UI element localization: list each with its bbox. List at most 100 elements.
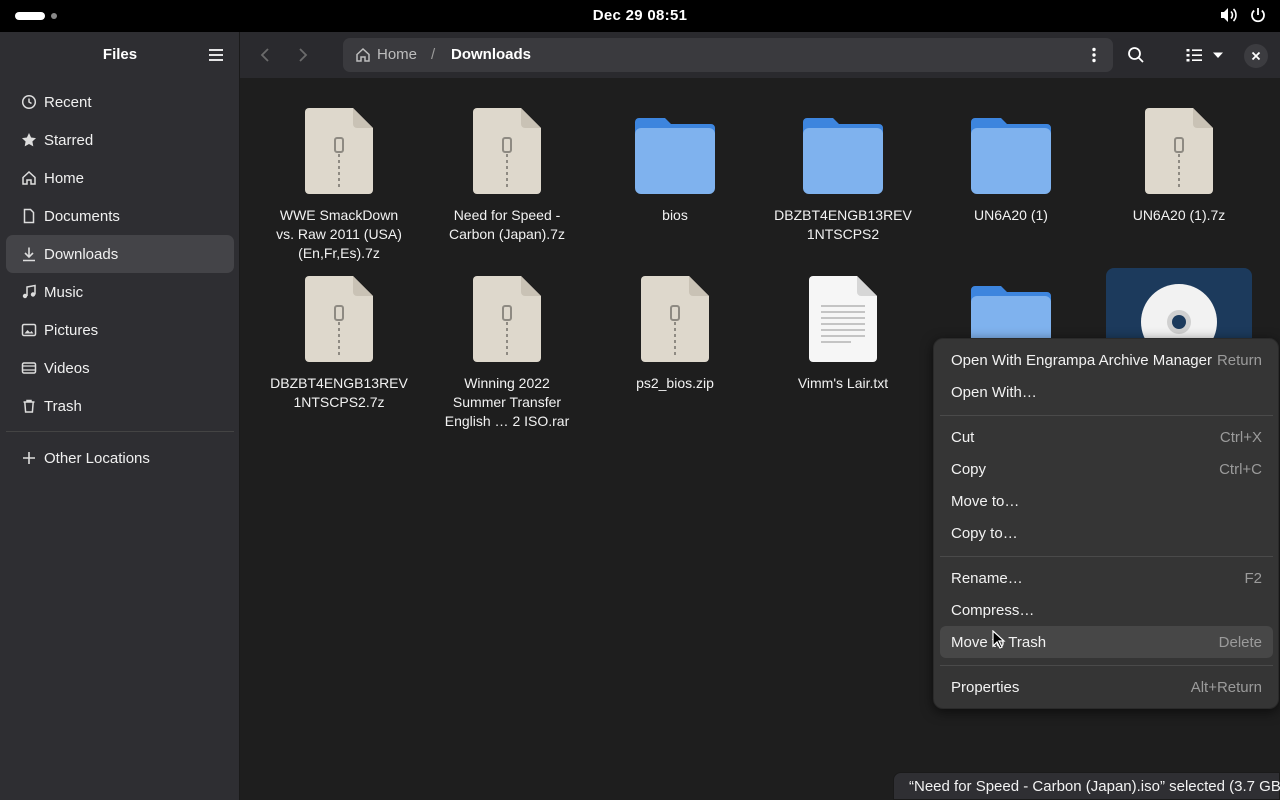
menu-separator bbox=[940, 415, 1273, 416]
menu-item-label: Open With… bbox=[951, 383, 1037, 401]
search-icon bbox=[1128, 47, 1144, 63]
file-name: UN6A20 (1) bbox=[974, 207, 1048, 223]
archive-icon bbox=[270, 272, 408, 362]
menu-item-accel: Ctrl+C bbox=[1219, 460, 1262, 478]
forward-button[interactable] bbox=[292, 44, 314, 66]
menu-copy[interactable]: Copy Ctrl+C bbox=[940, 453, 1273, 485]
menu-item-label: Copy bbox=[951, 460, 987, 478]
close-icon bbox=[1251, 51, 1261, 61]
power-icon bbox=[1250, 7, 1266, 23]
file-name: Need for Speed - Carbon (Japan).7z bbox=[449, 207, 565, 242]
archive-icon bbox=[606, 272, 744, 362]
file-name: UN6A20 (1).7z bbox=[1132, 207, 1226, 223]
menu-item-label: Compress… bbox=[951, 601, 1035, 619]
menu-item-label: Open With Engrampa Archive Manager bbox=[951, 351, 1212, 369]
menu-properties[interactable]: Properties Alt+Return bbox=[940, 671, 1273, 703]
file-item[interactable]: Winning 2022 Summer Transfer English … 2… bbox=[438, 272, 576, 434]
menu-separator bbox=[940, 556, 1273, 557]
sidebar-item-label: Videos bbox=[44, 359, 90, 377]
folder-item[interactable]: DBZBT4ENGB13REV1NTSCPS2 bbox=[774, 104, 912, 266]
menu-item-label: Rename… bbox=[951, 569, 1023, 587]
menu-item-label: Cut bbox=[951, 428, 975, 446]
sidebar-item-pictures[interactable]: Pictures bbox=[6, 311, 234, 349]
list-view-icon bbox=[1186, 49, 1202, 62]
sidebar-item-downloads[interactable]: Downloads bbox=[6, 235, 234, 273]
home-icon bbox=[20, 169, 38, 187]
folder-icon bbox=[774, 104, 912, 194]
system-tray[interactable] bbox=[1220, 7, 1266, 23]
menu-copy-to[interactable]: Copy to… bbox=[940, 517, 1273, 549]
menu-item-accel: Delete bbox=[1218, 633, 1262, 651]
file-item[interactable]: UN6A20 (1).7z bbox=[1110, 104, 1248, 266]
sidebar-item-home[interactable]: Home bbox=[6, 159, 234, 197]
more-options-icon[interactable] bbox=[1085, 46, 1103, 64]
sidebar-item-label: Pictures bbox=[44, 321, 99, 339]
top-bar: Dec 29 08:51 bbox=[0, 0, 1280, 32]
sidebar-item-label: Downloads bbox=[44, 245, 119, 263]
picture-icon bbox=[20, 321, 38, 339]
breadcrumb-home-label: Home bbox=[377, 46, 418, 63]
view-options-dropdown[interactable] bbox=[1210, 44, 1226, 66]
file-name: DBZBT4ENGB13REV1NTSCPS2 bbox=[774, 207, 912, 242]
hamburger-menu-icon[interactable] bbox=[207, 46, 225, 64]
places-list: Recent Starred Home Documents Downloads … bbox=[6, 83, 234, 477]
file-item[interactable]: Vimm's Lair.txt bbox=[774, 272, 912, 434]
sidebar-item-recent[interactable]: Recent bbox=[6, 83, 234, 121]
back-button[interactable] bbox=[254, 44, 276, 66]
download-icon bbox=[20, 245, 38, 263]
text-file-icon bbox=[774, 272, 912, 362]
chevron-left-icon bbox=[260, 48, 269, 62]
menu-separator bbox=[940, 665, 1273, 666]
clock-icon bbox=[20, 93, 38, 111]
file-item[interactable]: Need for Speed - Carbon (Japan).7z bbox=[438, 104, 576, 266]
clock[interactable]: Dec 29 08:51 bbox=[0, 7, 1280, 24]
chevron-down-icon bbox=[1213, 52, 1223, 58]
file-name: DBZBT4ENGB13REV1NTSCPS2.7z bbox=[270, 375, 408, 410]
search-button[interactable] bbox=[1125, 44, 1147, 66]
breadcrumb-current[interactable]: Downloads bbox=[451, 46, 531, 63]
menu-item-label: Properties bbox=[951, 678, 1020, 696]
sidebar-item-starred[interactable]: Starred bbox=[6, 121, 234, 159]
menu-item-label: Move to… bbox=[951, 492, 1020, 510]
file-name: WWE SmackDown vs. Raw 2011 (USA) (En,Fr,… bbox=[276, 207, 402, 261]
sidebar-item-label: Trash bbox=[44, 397, 82, 415]
folder-item[interactable]: bios bbox=[606, 104, 744, 266]
archive-icon bbox=[438, 272, 576, 362]
file-item[interactable]: ps2_bios.zip bbox=[606, 272, 744, 434]
breadcrumb-home[interactable]: Home bbox=[355, 46, 417, 63]
menu-open-with[interactable]: Open With… bbox=[940, 376, 1273, 408]
sidebar-item-label: Music bbox=[44, 283, 84, 301]
sidebar-item-documents[interactable]: Documents bbox=[6, 197, 234, 235]
menu-move-to-trash[interactable]: Move to Trash Delete bbox=[940, 626, 1273, 658]
file-name: Winning 2022 Summer Transfer English … 2… bbox=[444, 375, 570, 429]
sidebar-item-trash[interactable]: Trash bbox=[6, 387, 234, 425]
sidebar-item-videos[interactable]: Videos bbox=[6, 349, 234, 387]
file-name: ps2_bios.zip bbox=[636, 375, 714, 391]
menu-item-accel: Alt+Return bbox=[1190, 678, 1262, 696]
menu-item-accel: F2 bbox=[1244, 569, 1262, 587]
app-title: Files bbox=[102, 46, 138, 63]
menu-item-accel: Ctrl+X bbox=[1219, 428, 1262, 446]
context-menu: Open With Engrampa Archive Manager Retur… bbox=[933, 338, 1279, 709]
menu-cut[interactable]: Cut Ctrl+X bbox=[940, 421, 1273, 453]
close-window-button[interactable] bbox=[1244, 44, 1268, 68]
menu-compress[interactable]: Compress… bbox=[940, 594, 1273, 626]
folder-item[interactable]: UN6A20 (1) bbox=[942, 104, 1080, 266]
selection-status: “Need for Speed - Carbon (Japan).iso” se… bbox=[893, 772, 1280, 800]
menu-rename[interactable]: Rename… F2 bbox=[940, 562, 1273, 594]
sidebar-divider bbox=[6, 431, 234, 432]
home-icon bbox=[356, 47, 370, 62]
file-name: Vimm's Lair.txt bbox=[797, 375, 889, 391]
file-item[interactable]: WWE SmackDown vs. Raw 2011 (USA) (En,Fr,… bbox=[270, 104, 408, 266]
list-view-button[interactable] bbox=[1184, 44, 1204, 66]
sidebar-item-label: Recent bbox=[44, 93, 92, 111]
sidebar-item-other-locations[interactable]: Other Locations bbox=[6, 439, 234, 477]
path-bar[interactable]: Home / Downloads bbox=[343, 38, 1113, 72]
document-icon bbox=[20, 207, 38, 225]
file-item[interactable]: DBZBT4ENGB13REV1NTSCPS2.7z bbox=[270, 272, 408, 434]
menu-move-to[interactable]: Move to… bbox=[940, 485, 1273, 517]
star-icon bbox=[20, 131, 38, 149]
menu-open-with-engrampa[interactable]: Open With Engrampa Archive Manager Retur… bbox=[940, 344, 1273, 376]
header-bar: Home / Downloads bbox=[240, 32, 1280, 78]
sidebar-item-music[interactable]: Music bbox=[6, 273, 234, 311]
